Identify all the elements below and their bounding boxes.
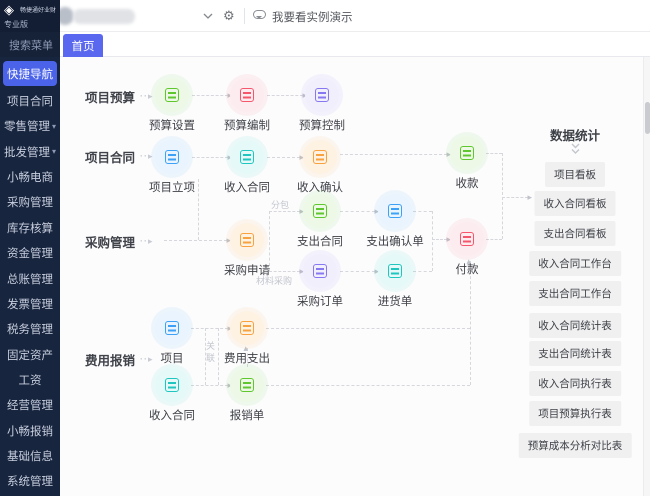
flow-node-expense-contract[interactable]: 支出合同	[285, 194, 355, 249]
vertical-scrollbar[interactable]	[643, 57, 650, 496]
sidebar-item-wholesale[interactable]: 批发管理▾	[0, 139, 60, 164]
flow-node-goods-receipt[interactable]: 进货单	[360, 254, 430, 309]
budget-setup-doc-icon	[155, 78, 189, 112]
sidebar-item-fixed-assets[interactable]: 固定资产	[0, 342, 60, 367]
project-initiation-doc-icon	[155, 140, 189, 174]
panel-button-project-budget-execution[interactable]: 项目预算执行表	[529, 401, 621, 426]
expense-contract-doc-icon	[303, 194, 337, 228]
topbar-divider	[244, 8, 245, 24]
panel-button-expense-contract-stats[interactable]: 支出合同统计表	[529, 341, 621, 366]
goods-receipt-doc-icon	[378, 254, 412, 288]
demo-link[interactable]: 我要看实例演示	[272, 9, 353, 25]
income-contract-doc-icon	[155, 368, 189, 402]
expense-spend-card-icon	[230, 311, 264, 345]
panel-button-income-contract-execution[interactable]: 收入合同执行表	[529, 371, 621, 396]
flow-node-make-payment[interactable]: 付款	[432, 222, 502, 277]
brand-name: 畅捷通好业财	[20, 5, 56, 14]
sidebar-item-purchase[interactable]: 采购管理	[0, 190, 60, 215]
panel-button-expense-contract-board[interactable]: 支出合同看板	[535, 221, 616, 246]
panel-down-arrow-icon	[570, 142, 581, 156]
panel-button-income-contract-workbench[interactable]: 收入合同工作台	[529, 251, 621, 276]
make-payment-wallet-icon	[450, 222, 484, 256]
sidebar-item-payroll[interactable]: 工资	[0, 367, 60, 392]
sidebar-item-retail[interactable]: 零售管理▾	[0, 114, 60, 139]
caret-down-icon: ▾	[52, 147, 56, 156]
budget-compile-doc-icon	[230, 78, 264, 112]
sidebar-item-quick-nav[interactable]: 快捷导航	[3, 61, 57, 86]
purchase-request-doc-icon	[230, 223, 264, 257]
connector	[470, 261, 471, 385]
flow-node-budget-setup[interactable]: 预算设置	[137, 78, 207, 133]
flow-row-label-purchase: 采购管理	[85, 232, 154, 251]
panel-button-expense-contract-workbench[interactable]: 支出合同工作台	[529, 281, 621, 306]
sidebar-item-system[interactable]: 系统管理	[0, 469, 60, 494]
reimburse-form-doc-icon	[230, 368, 264, 402]
tabbar: 首页	[60, 32, 650, 57]
flow-node-purchase-request[interactable]: 采购申请	[212, 223, 282, 278]
caret-down-icon: ▾	[52, 122, 56, 131]
sidebar-menu: 快捷导航 项目合同 零售管理▾ 批发管理▾ 小畅电商 采购管理 库存核算 资金管…	[0, 57, 60, 496]
settings-gear-icon[interactable]: ⚙	[223, 8, 235, 24]
app-window: ◈ 畅捷通好业财 专业版 搜索菜单 快捷导航 项目合同 零售管理▾ 批发管理▾ …	[0, 0, 650, 496]
sidebar-item-operations[interactable]: 经营管理	[0, 393, 60, 418]
project-doc-icon	[155, 311, 189, 345]
flow-node-income-confirm[interactable]: 收入确认	[285, 140, 355, 195]
main-content: 项目预算 项目合同 采购管理 费用报销 分包 材料采购	[60, 57, 650, 496]
receive-payment-safe-icon	[450, 136, 484, 170]
brand-edition: 专业版	[4, 19, 28, 30]
connector	[266, 328, 470, 329]
connector	[502, 153, 503, 239]
flow-node-reimburse-form[interactable]: 报销单	[212, 368, 282, 423]
income-confirm-doc-icon	[303, 140, 337, 174]
flow-node-income-contract[interactable]: 收入合同	[212, 140, 282, 195]
sidebar: ◈ 畅捷通好业财 专业版 搜索菜单 快捷导航 项目合同 零售管理▾ 批发管理▾ …	[0, 0, 60, 496]
flow-node-receive-payment[interactable]: 收款	[432, 136, 502, 191]
redacted-company-name	[73, 9, 135, 24]
scrollbar-thumb[interactable]	[645, 102, 650, 134]
flow-node-expense-spend[interactable]: 费用支出	[212, 311, 282, 366]
tab-home[interactable]: 首页	[63, 34, 103, 57]
flow-node-purchase-order[interactable]: 采购订单	[285, 254, 355, 309]
flow-node-budget-compile[interactable]: 预算编制	[212, 78, 282, 133]
panel-button-budget-cost-compare[interactable]: 预算成本分析对比表	[519, 433, 632, 458]
panel-button-income-contract-board[interactable]: 收入合同看板	[535, 191, 616, 216]
flow-node-project-initiation[interactable]: 项目立项	[137, 140, 207, 195]
sidebar-item-reimburse[interactable]: 小畅报销	[0, 418, 60, 443]
sidebar-item-ecommerce[interactable]: 小畅电商	[0, 164, 60, 189]
connector	[502, 197, 528, 198]
brand-logo-icon: ◈	[4, 2, 14, 18]
topbar: ⚙ 我要看实例演示	[60, 0, 650, 32]
search-menu-label: 搜索菜单	[9, 37, 53, 53]
flow-node-project[interactable]: 项目	[137, 311, 207, 366]
sidebar-item-invoice[interactable]: 发票管理	[0, 291, 60, 316]
panel-button-project-board[interactable]: 项目看板	[545, 162, 605, 187]
income-contract-doc-icon	[230, 140, 264, 174]
flow-node-budget-control[interactable]: 预算控制	[287, 78, 357, 133]
sidebar-item-funds[interactable]: 资金管理	[0, 241, 60, 266]
expense-confirm-doc-icon	[378, 194, 412, 228]
sidebar-item-base-info[interactable]: 基础信息	[0, 443, 60, 468]
sidebar-item-tax[interactable]: 税务管理	[0, 317, 60, 342]
demo-bubble-icon[interactable]	[253, 10, 266, 19]
budget-control-doc-icon	[305, 78, 339, 112]
purchase-order-doc-icon	[303, 254, 337, 288]
logo-area: ◈ 畅捷通好业财 专业版	[0, 0, 60, 32]
connector	[266, 385, 470, 386]
company-dropdown-chevron-icon[interactable]	[202, 10, 214, 22]
panel-button-income-contract-stats[interactable]: 收入合同统计表	[529, 313, 621, 338]
sidebar-item-inventory[interactable]: 库存核算	[0, 215, 60, 240]
sidebar-item-project-contract[interactable]: 项目合同	[0, 88, 60, 113]
flow-node-income-contract-2[interactable]: 收入合同	[137, 368, 207, 423]
search-menu-button[interactable]: 搜索菜单	[0, 32, 60, 57]
connector	[340, 154, 447, 155]
flow-node-expense-confirm[interactable]: 支出确认单	[360, 194, 430, 249]
sidebar-item-general-ledger[interactable]: 总账管理	[0, 266, 60, 291]
